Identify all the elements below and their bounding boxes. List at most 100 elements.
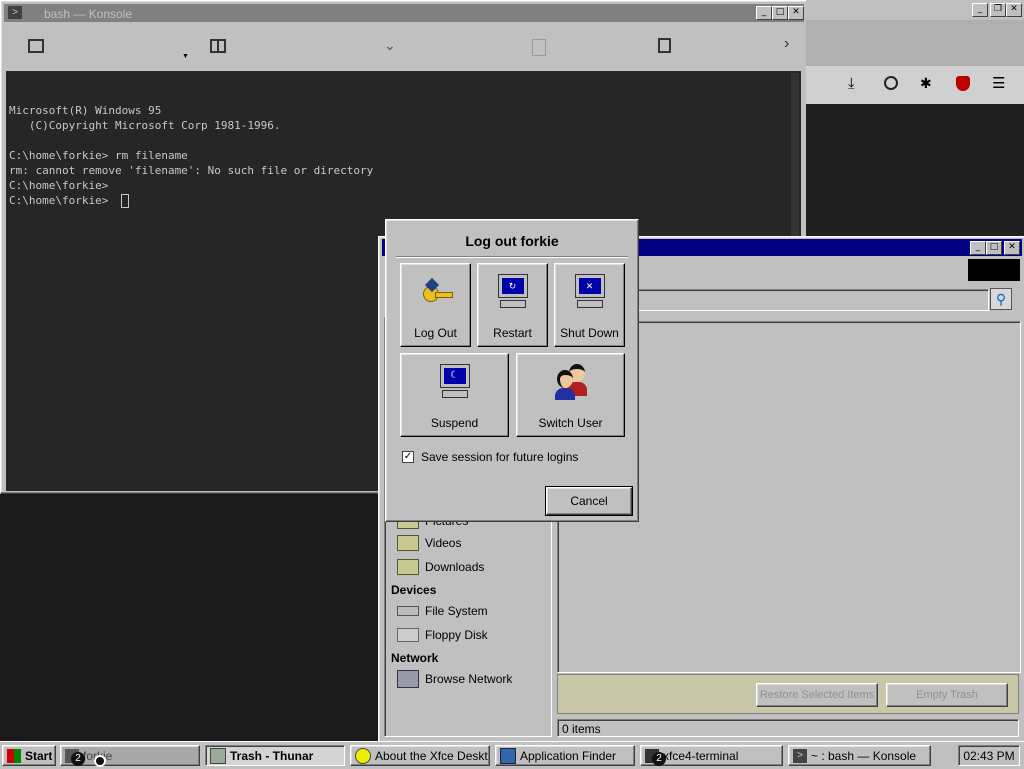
taskbar-label: Trash - Thunar: [230, 748, 314, 763]
app-finder-icon: [500, 747, 516, 764]
start-label: Start: [25, 748, 53, 763]
browser-window: _ ❐ ✕ ⤓ ✱ ☰: [806, 0, 1024, 238]
clock[interactable]: 02:43 PM: [958, 745, 1020, 766]
download-icon[interactable]: ⤓: [848, 75, 855, 92]
log-out-button[interactable]: Log Out: [400, 263, 471, 347]
restart-label: Restart: [493, 326, 532, 340]
terminal-line: C:\home\forkie>: [9, 194, 115, 207]
save-session-label[interactable]: Save session for future logins: [421, 450, 578, 464]
notification-badge: 2: [652, 752, 666, 766]
browser-tabstrip: [806, 20, 1024, 66]
copy-icon[interactable]: [532, 39, 546, 56]
terminal-line: Microsoft(R) Windows 95: [9, 104, 162, 117]
search-icon[interactable]: ⚲: [990, 288, 1012, 310]
ublock-icon[interactable]: [956, 76, 970, 91]
logout-dialog: Log out forkie Log Out ↻ Restart ✕ Shut …: [385, 219, 639, 522]
start-button[interactable]: Start: [2, 745, 56, 766]
chevron-down-icon[interactable]: ⌄: [384, 37, 396, 54]
empty-trash-label: Empty Trash: [916, 689, 978, 701]
terminal-line: C:\home\forkie>: [9, 179, 109, 192]
minimize-button[interactable]: _: [970, 241, 986, 255]
drive-icon: [397, 606, 419, 616]
taskbar-item-about-xfce[interactable]: About the Xfce Deskt...: [350, 745, 490, 766]
konsole-toolbar: ▼ ⌄ ›: [4, 25, 804, 69]
suspend-label: Suspend: [430, 416, 479, 430]
users-icon: [555, 364, 589, 400]
close-button[interactable]: ✕: [788, 6, 804, 20]
taskbar: Start forkie 2 Trash - Thunar About the …: [0, 741, 1024, 769]
extensions-icon[interactable]: ✱: [920, 75, 932, 92]
dialog-title: Log out forkie: [465, 233, 559, 249]
menu-icon[interactable]: ☰: [992, 74, 1005, 92]
taskbar-item-konsole[interactable]: > ~ : bash — Konsole: [788, 745, 931, 766]
terminal-line: rm: cannot remove 'filename': No such fi…: [9, 164, 374, 177]
trash-infobar: Restore Selected Items Empty Trash: [557, 674, 1019, 714]
taskbar-label: xfce4-terminal: [663, 748, 739, 763]
cancel-label: Cancel: [570, 494, 608, 508]
switch-user-button[interactable]: Switch User: [516, 353, 625, 437]
key-icon: [421, 277, 453, 308]
shut-down-label: Shut Down: [560, 326, 619, 340]
sidebar-item-file-system[interactable]: File System: [397, 600, 488, 622]
close-button[interactable]: ✕: [1006, 3, 1022, 17]
taskbar-label: ~ : bash — Konsole: [811, 748, 917, 763]
statusbar: 0 items: [557, 719, 1019, 737]
maximize-button[interactable]: □: [986, 241, 1002, 255]
browser-titlebar[interactable]: _ ❐ ✕: [806, 0, 1024, 20]
window-title: bash — Konsole: [44, 7, 133, 21]
terminal-icon: >: [8, 6, 22, 19]
suspend-button[interactable]: ☾ Suspend: [400, 353, 509, 437]
taskbar-item-trash-thunar[interactable]: Trash - Thunar: [205, 745, 345, 766]
konsole-titlebar[interactable]: > bash — Konsole _ □ ✕: [4, 4, 804, 22]
windows-logo-icon: [7, 748, 21, 763]
sidebar-item-label: Downloads: [425, 560, 485, 574]
smiley-icon: [355, 747, 371, 764]
account-icon[interactable]: [884, 76, 898, 90]
folder-icon: [397, 535, 419, 551]
cancel-button[interactable]: Cancel: [545, 486, 633, 516]
close-button[interactable]: ✕: [1004, 241, 1020, 255]
paste-icon[interactable]: [658, 38, 671, 53]
shut-down-computer-icon: ✕: [574, 274, 605, 310]
restart-button[interactable]: ↻ Restart: [477, 263, 548, 347]
sidebar-item-downloads[interactable]: Downloads: [397, 556, 484, 578]
sidebar-item-videos[interactable]: Videos: [397, 532, 461, 554]
empty-trash-button[interactable]: Empty Trash: [886, 683, 1008, 707]
taskbar-label: About the Xfce Deskt...: [375, 748, 490, 763]
restore-button-label: Restore Selected Items: [759, 689, 875, 701]
sidebar-item-label: Floppy Disk: [425, 628, 488, 642]
chevron-right-icon[interactable]: ›: [784, 35, 789, 53]
suspend-computer-icon: ☾: [439, 364, 470, 400]
sidebar-item-floppy[interactable]: Floppy Disk: [397, 624, 488, 646]
sidebar-item-label: Videos: [425, 536, 462, 550]
dropdown-arrow-icon[interactable]: ▼: [182, 53, 189, 60]
terminal-line: C:\home\forkie> rm filename: [9, 149, 188, 162]
network-heading: Network: [391, 651, 439, 665]
shut-down-button[interactable]: ✕ Shut Down: [554, 263, 625, 347]
minimize-button[interactable]: _: [756, 6, 772, 20]
trash-icon: [210, 747, 226, 764]
switch-user-label: Switch User: [538, 416, 603, 430]
split-view-icon[interactable]: [210, 39, 226, 53]
taskbar-label: Application Finder: [520, 748, 617, 763]
restore-button[interactable]: Restore Selected Items: [756, 683, 878, 707]
terminal-cursor: [121, 194, 129, 208]
location-bar[interactable]: [635, 289, 989, 311]
folder-icon: [397, 559, 419, 575]
restart-computer-icon: ↻: [497, 274, 528, 310]
throbber-logo: [968, 259, 1020, 281]
browser-toolbar: ⤓ ✱ ☰: [806, 66, 1024, 104]
sidebar-item-label: File System: [425, 604, 488, 618]
minimize-button[interactable]: _: [972, 3, 988, 17]
new-tab-icon[interactable]: [28, 39, 44, 53]
devices-heading: Devices: [391, 583, 437, 597]
status-text: 0 items: [562, 722, 601, 736]
save-session-checkbox[interactable]: ✓: [402, 451, 414, 463]
clock-time: 02:43 PM: [963, 748, 1015, 763]
restore-button[interactable]: ❐: [990, 3, 1006, 17]
maximize-button[interactable]: □: [772, 6, 788, 20]
taskbar-item-app-finder[interactable]: Application Finder: [495, 745, 635, 766]
sidebar-item-browse-network[interactable]: Browse Network: [397, 668, 512, 690]
log-out-label: Log Out: [414, 326, 457, 340]
konsole-icon: >: [793, 748, 807, 763]
